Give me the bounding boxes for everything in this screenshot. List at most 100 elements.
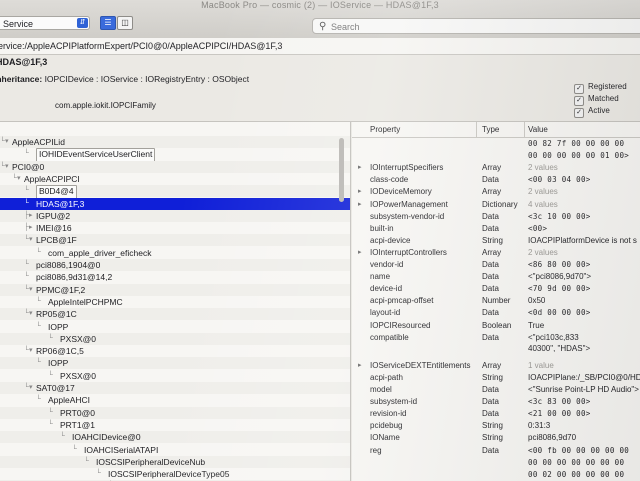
- tree-row[interactable]: └ HDAS@1F,3: [0, 197, 350, 210]
- tree-row[interactable]: └ IOSCSIPeripheralDeviceType05: [0, 468, 350, 480]
- tree-row[interactable]: └ AppleAHCI: [0, 394, 350, 406]
- tree-row[interactable]: └▾ SAT0@17: [0, 382, 350, 394]
- table-row[interactable]: acpi-path String IOACPIPlane:/_SB/PCI0@0/H…: [352, 372, 640, 384]
- tree-connector-icon: └: [36, 248, 41, 256]
- column-view-button[interactable]: ◫: [117, 16, 133, 30]
- disclosure-open-icon[interactable]: └▾: [24, 234, 34, 246]
- table-row[interactable]: ▸ IOPowerManagement Dictionary 4 values: [352, 199, 640, 211]
- tree-scrollbar[interactable]: [339, 138, 344, 202]
- tree-row[interactable]: └▾ RP06@1C,5: [0, 345, 350, 357]
- tree-row[interactable]: └ PXSX@0: [0, 370, 350, 382]
- tree-connector-icon: └: [84, 457, 89, 465]
- property-type: Data: [482, 397, 499, 407]
- tree-row[interactable]: └ B0D4@4: [0, 185, 350, 200]
- registry-tree[interactable]: └▾ AppleACPILid └ IOHIDEventServiceUserClie…: [0, 122, 351, 481]
- tree-row[interactable]: └ pci8086,9d31@14,2: [0, 271, 350, 283]
- disclosure-open-icon[interactable]: └▾: [24, 284, 34, 296]
- disclosure-closed-icon[interactable]: ▸: [358, 186, 366, 198]
- disclosure-closed-icon[interactable]: ▸: [358, 247, 366, 259]
- disclosure-open-icon[interactable]: └▾: [24, 345, 34, 357]
- tree-row[interactable]: └ PXSX@0: [0, 332, 350, 345]
- tree-row-label: AppleACPILid: [12, 137, 65, 147]
- table-row[interactable]: revision-id Data <21 00 00 00>: [352, 408, 640, 420]
- property-value: IOACPIPlatformDevice is not s: [528, 235, 637, 245]
- disclosure-closed-icon[interactable]: ├▸: [24, 222, 34, 234]
- tree-row[interactable]: └ PRT0@0: [0, 406, 350, 419]
- table-row[interactable]: pcidebug String 0:31:3: [352, 420, 640, 432]
- disclosure-open-icon[interactable]: └▾: [0, 161, 10, 173]
- tree-row[interactable]: └ com_apple_driver_eficheck: [0, 247, 350, 259]
- table-row[interactable]: ▸ IOServiceDEXTEntitlements Array 1 value: [352, 360, 640, 372]
- table-row[interactable]: layout-id Data <0d 00 00 00>: [352, 307, 640, 319]
- inheritance-line: Inheritance: IOPCIDevice : IOService : I…: [0, 74, 249, 84]
- tree-row[interactable]: └▾ PCI0@0: [0, 160, 350, 173]
- tree-row[interactable]: ├▸ IMEI@16: [0, 222, 350, 234]
- tree-row[interactable]: └▾ PPMC@1F,2: [0, 283, 350, 296]
- property-type: Array: [482, 247, 502, 257]
- tree-connector-icon: └: [48, 408, 53, 416]
- tree-row[interactable]: └ IOSCSIPeripheralDeviceNub: [0, 455, 350, 468]
- disclosure-open-icon[interactable]: └▾: [24, 308, 34, 320]
- tree-row-label: IOPP: [48, 358, 69, 369]
- table-row[interactable]: 00 82 7f 00 00 00 00: [352, 138, 640, 150]
- tree-row[interactable]: └ PRT1@1: [0, 419, 350, 431]
- disclosure-closed-icon[interactable]: ▸: [358, 199, 366, 211]
- table-row[interactable]: acpi-pmcap-offset Number 0x50: [352, 295, 640, 307]
- disclosure-closed-icon[interactable]: ▸: [358, 162, 366, 174]
- table-row[interactable]: class-code Data <00 03 04 00>: [352, 174, 640, 186]
- column-divider[interactable]: [476, 122, 477, 137]
- property-table[interactable]: Property Type Value 00 82 7f 00 00 00 00…: [352, 122, 640, 481]
- table-row[interactable]: acpi-device String IOACPIPlatformDevice is…: [352, 235, 640, 247]
- table-row[interactable]: name Data <"pci8086,9d70">: [352, 271, 640, 283]
- table-row[interactable]: built-in Data <00>: [352, 223, 640, 235]
- tree-row[interactable]: └▾ RP05@1C: [0, 308, 350, 321]
- property-type: Array: [482, 187, 502, 197]
- table-row[interactable]: compatible Data <"pci103c,833 40300", "HDAS…: [352, 332, 640, 356]
- table-row[interactable]: 00 00 00 00 00 00 00: [352, 457, 640, 469]
- property-name: IODeviceMemory: [370, 187, 432, 197]
- tree-row[interactable]: └ AppleIntelPCHPMC: [0, 296, 350, 308]
- tree-row[interactable]: └▾ AppleACPIPCI: [0, 173, 350, 185]
- table-row[interactable]: model Data <"Sunrise Point-LP HD Audio">: [352, 384, 640, 396]
- tree-view-button[interactable]: ☰: [100, 16, 116, 30]
- tree-row[interactable]: └▾ LPCB@1F: [0, 234, 350, 247]
- plane-selector[interactable]: Service ⇵: [0, 16, 90, 30]
- column-divider[interactable]: [524, 122, 525, 137]
- tree-row[interactable]: └ IOHIDEventServiceUserClient: [0, 148, 350, 163]
- table-row[interactable]: vendor-id Data <86 80 00 00>: [352, 259, 640, 271]
- table-row[interactable]: reg Data <00 fb 00 00 00 00 00: [352, 445, 640, 457]
- table-row[interactable]: ▸ IOInterruptSpecifiers Array 2 values: [352, 162, 640, 174]
- column-header-type[interactable]: Type: [482, 122, 499, 137]
- table-row[interactable]: ▸ IODeviceMemory Array 2 values: [352, 186, 640, 198]
- property-name: IOPCIResourced: [370, 320, 431, 330]
- table-row[interactable]: subsystem-vendor-id Data <3c 10 00 00>: [352, 211, 640, 223]
- property-type: Data: [482, 332, 499, 342]
- table-row[interactable]: device-id Data <70 9d 00 00>: [352, 283, 640, 295]
- tree-row[interactable]: └ IOAHCISerialATAPI: [0, 444, 350, 456]
- property-type: Data: [482, 211, 499, 221]
- table-row[interactable]: 00 02 00 00 00 00 00: [352, 469, 640, 481]
- table-row[interactable]: IOName String pci8086,9d70: [352, 432, 640, 444]
- tree-row[interactable]: └ pci8086,1904@0: [0, 259, 350, 271]
- tree-row-label: IOAHCIDevice@0: [72, 432, 141, 443]
- disclosure-open-icon[interactable]: └▾: [12, 173, 22, 185]
- column-header-property[interactable]: Property: [370, 122, 400, 137]
- disclosure-closed-icon[interactable]: ▸: [358, 360, 366, 372]
- tree-row[interactable]: └▾ AppleACPILid: [0, 136, 350, 148]
- table-row[interactable]: ▸ IOInterruptControllers Array 2 values: [352, 247, 640, 259]
- tree-row[interactable]: └ IOAHCIDevice@0: [0, 431, 350, 444]
- disclosure-closed-icon[interactable]: ├▸: [24, 210, 34, 222]
- tree-row[interactable]: ├▸ IGPU@2: [0, 209, 350, 222]
- disclosure-open-icon[interactable]: └▾: [24, 382, 34, 394]
- tree-row[interactable]: └ IOPP: [0, 357, 350, 370]
- search-field[interactable]: ⚲ Search: [312, 18, 640, 34]
- tree-connector-icon: └: [72, 445, 77, 453]
- table-row[interactable]: subsystem-id Data <3c 83 00 00>: [352, 396, 640, 408]
- table-row[interactable]: 00 00 00 00 00 01 00>: [352, 150, 640, 162]
- column-header-value[interactable]: Value: [528, 122, 548, 137]
- table-row[interactable]: IOPCIResourced Boolean True: [352, 320, 640, 332]
- tree-row[interactable]: └ IOPP: [0, 321, 350, 333]
- check-registered-label: Registered: [588, 82, 627, 91]
- tree-connector-icon: └: [36, 359, 41, 367]
- disclosure-open-icon[interactable]: └▾: [0, 136, 10, 148]
